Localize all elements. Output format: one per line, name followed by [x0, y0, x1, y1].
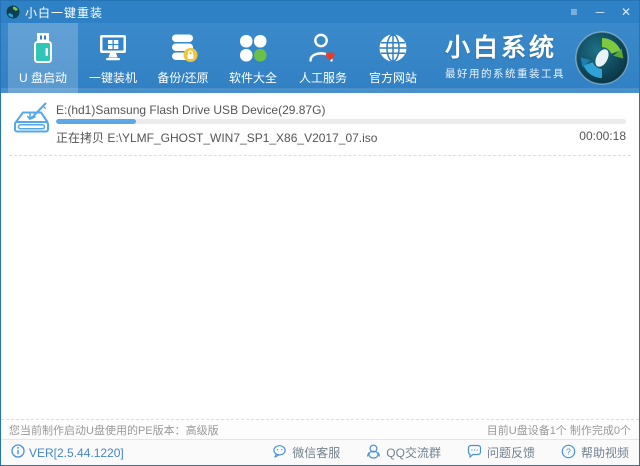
version-text: VER[2.5.44.1220] [29, 446, 124, 460]
feedback-link[interactable]: 问题反馈 [467, 444, 535, 462]
help-video-link[interactable]: ? 帮助视频 [561, 444, 629, 462]
wechat-service-link[interactable]: 微信客服 [272, 444, 340, 462]
title-bar: 小白一键重装 ≡ ─ ✕ [1, 1, 639, 23]
elapsed-time: 00:00:18 [579, 129, 626, 143]
nav-item-usb-boot[interactable]: U 盘启动 [8, 23, 78, 93]
version-info: VER[2.5.44.1220] [11, 444, 124, 461]
nav-label-backup-restore: 备份/还原 [157, 69, 208, 86]
nav-label-website: 官方网站 [369, 69, 417, 86]
wechat-label: 微信客服 [292, 444, 340, 461]
database-lock-icon [166, 31, 200, 65]
main-content: E:(hd1)Samsung Flash Drive USB Device(29… [1, 93, 639, 419]
qq-icon [366, 444, 381, 462]
window-controls: ≡ ─ ✕ [561, 1, 639, 23]
progress-bar [56, 119, 626, 124]
clover-apps-icon [236, 31, 270, 65]
progress-fill [56, 119, 136, 124]
nav-item-service[interactable]: 人工服务 [288, 23, 358, 93]
info-icon [11, 444, 25, 461]
close-button[interactable]: ✕ [613, 1, 639, 23]
globe-icon [376, 31, 410, 65]
usb-write-icon [9, 99, 51, 141]
nav-bar: U 盘启动 一键装机 [1, 23, 639, 93]
monitor-windows-icon [96, 31, 130, 65]
help-label: 帮助视频 [581, 444, 629, 461]
footer-links: 微信客服 QQ交流群 问题反馈 ? 帮助视频 [272, 444, 629, 462]
brand-title: 小白系统 [445, 35, 557, 63]
svg-text:?: ? [566, 446, 571, 456]
app-window: 小白一键重装 ≡ ─ ✕ U 盘启动 [0, 0, 640, 466]
nav-label-service: 人工服务 [299, 69, 347, 86]
window-title: 小白一键重装 [25, 4, 103, 21]
device-count-text: 目前U盘设备1个 制作完成0个 [487, 422, 631, 438]
nav-item-one-click-install[interactable]: 一键装机 [78, 23, 148, 93]
separator [9, 155, 631, 156]
qq-label: QQ交流群 [386, 444, 441, 461]
feedback-label: 问题反馈 [487, 444, 535, 461]
qq-group-link[interactable]: QQ交流群 [366, 444, 441, 462]
person-heart-icon [306, 31, 340, 65]
nav-label-software: 软件大全 [229, 69, 277, 86]
usb-drive-icon [26, 31, 60, 65]
nav-label-usb-boot: U 盘启动 [19, 69, 67, 86]
nav-item-backup-restore[interactable]: 备份/还原 [148, 23, 218, 93]
minimize-button[interactable]: ─ [587, 1, 613, 23]
status-bar: 您当前制作启动U盘使用的PE版本：高级版 目前U盘设备1个 制作完成0个 [1, 419, 639, 439]
nav-item-website[interactable]: 官方网站 [358, 23, 428, 93]
task-status: 正在拷贝 E:\YLMF_GHOST_WIN7_SP1_X86_V2017_07… [56, 129, 377, 146]
brand-tagline: 最好用的系统重装工具 [445, 66, 565, 81]
menu-button[interactable]: ≡ [561, 1, 587, 23]
nav-item-software[interactable]: 软件大全 [218, 23, 288, 93]
help-question-icon: ? [561, 444, 576, 462]
wechat-icon [272, 444, 287, 462]
pe-version-text: 您当前制作启动U盘使用的PE版本：高级版 [9, 422, 219, 438]
nav-label-one-click-install: 一键装机 [89, 69, 137, 86]
refresh-sphere-icon [575, 31, 629, 85]
footer-bar: VER[2.5.44.1220] 微信客服 QQ交流群 问题反馈 [1, 439, 639, 465]
brand-area: 小白系统 最好用的系统重装工具 [445, 23, 629, 93]
feedback-bubble-icon [467, 444, 482, 462]
app-logo-icon [6, 5, 20, 19]
device-name: E:(hd1)Samsung Flash Drive USB Device(29… [56, 103, 325, 117]
